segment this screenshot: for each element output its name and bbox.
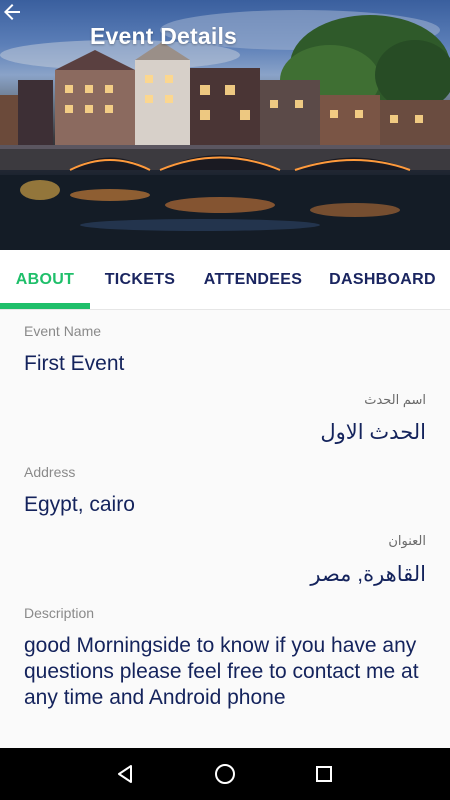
square-recents-icon bbox=[316, 766, 332, 782]
address-label: Address bbox=[24, 464, 76, 480]
address-value: Egypt, cairo bbox=[24, 493, 135, 516]
address-ar-label: العنوان bbox=[388, 533, 426, 548]
event-name-label: Event Name bbox=[24, 323, 102, 339]
address-ar-value: القاهرة, مصر bbox=[310, 563, 426, 586]
nav-recents-button[interactable] bbox=[304, 754, 344, 794]
tab-attendees[interactable]: ATTENDEES bbox=[192, 250, 314, 310]
system-navigation-bar bbox=[0, 748, 450, 800]
nav-home-button[interactable] bbox=[205, 754, 245, 794]
description-label: Description bbox=[24, 605, 95, 621]
app-bar: Event Details bbox=[0, 0, 450, 72]
tab-bar: ABOUT TICKETS ATTENDEES DASHBOARD bbox=[0, 250, 450, 310]
about-content[interactable]: Event Name First Event اسم الحدث الحدث ا… bbox=[0, 310, 450, 748]
triangle-back-icon bbox=[118, 765, 132, 783]
event-name-ar-label: اسم الحدث bbox=[364, 392, 426, 407]
event-cover-image: Event Details bbox=[0, 0, 450, 250]
description-value: good Morningside to know if you have any… bbox=[24, 634, 419, 709]
event-name-ar-value: الحدث الاول bbox=[320, 421, 426, 444]
arrow-left-icon bbox=[4, 4, 20, 20]
page-title: Event Details bbox=[90, 22, 238, 49]
tab-dashboard[interactable]: DASHBOARD bbox=[320, 250, 445, 310]
event-name-value: First Event bbox=[24, 352, 125, 375]
circle-home-icon bbox=[215, 764, 235, 784]
nav-back-button[interactable] bbox=[105, 754, 145, 794]
tab-about[interactable]: ABOUT bbox=[0, 250, 90, 310]
active-tab-indicator bbox=[0, 303, 90, 309]
tab-tickets[interactable]: TICKETS bbox=[92, 250, 188, 310]
back-button[interactable] bbox=[4, 4, 59, 60]
